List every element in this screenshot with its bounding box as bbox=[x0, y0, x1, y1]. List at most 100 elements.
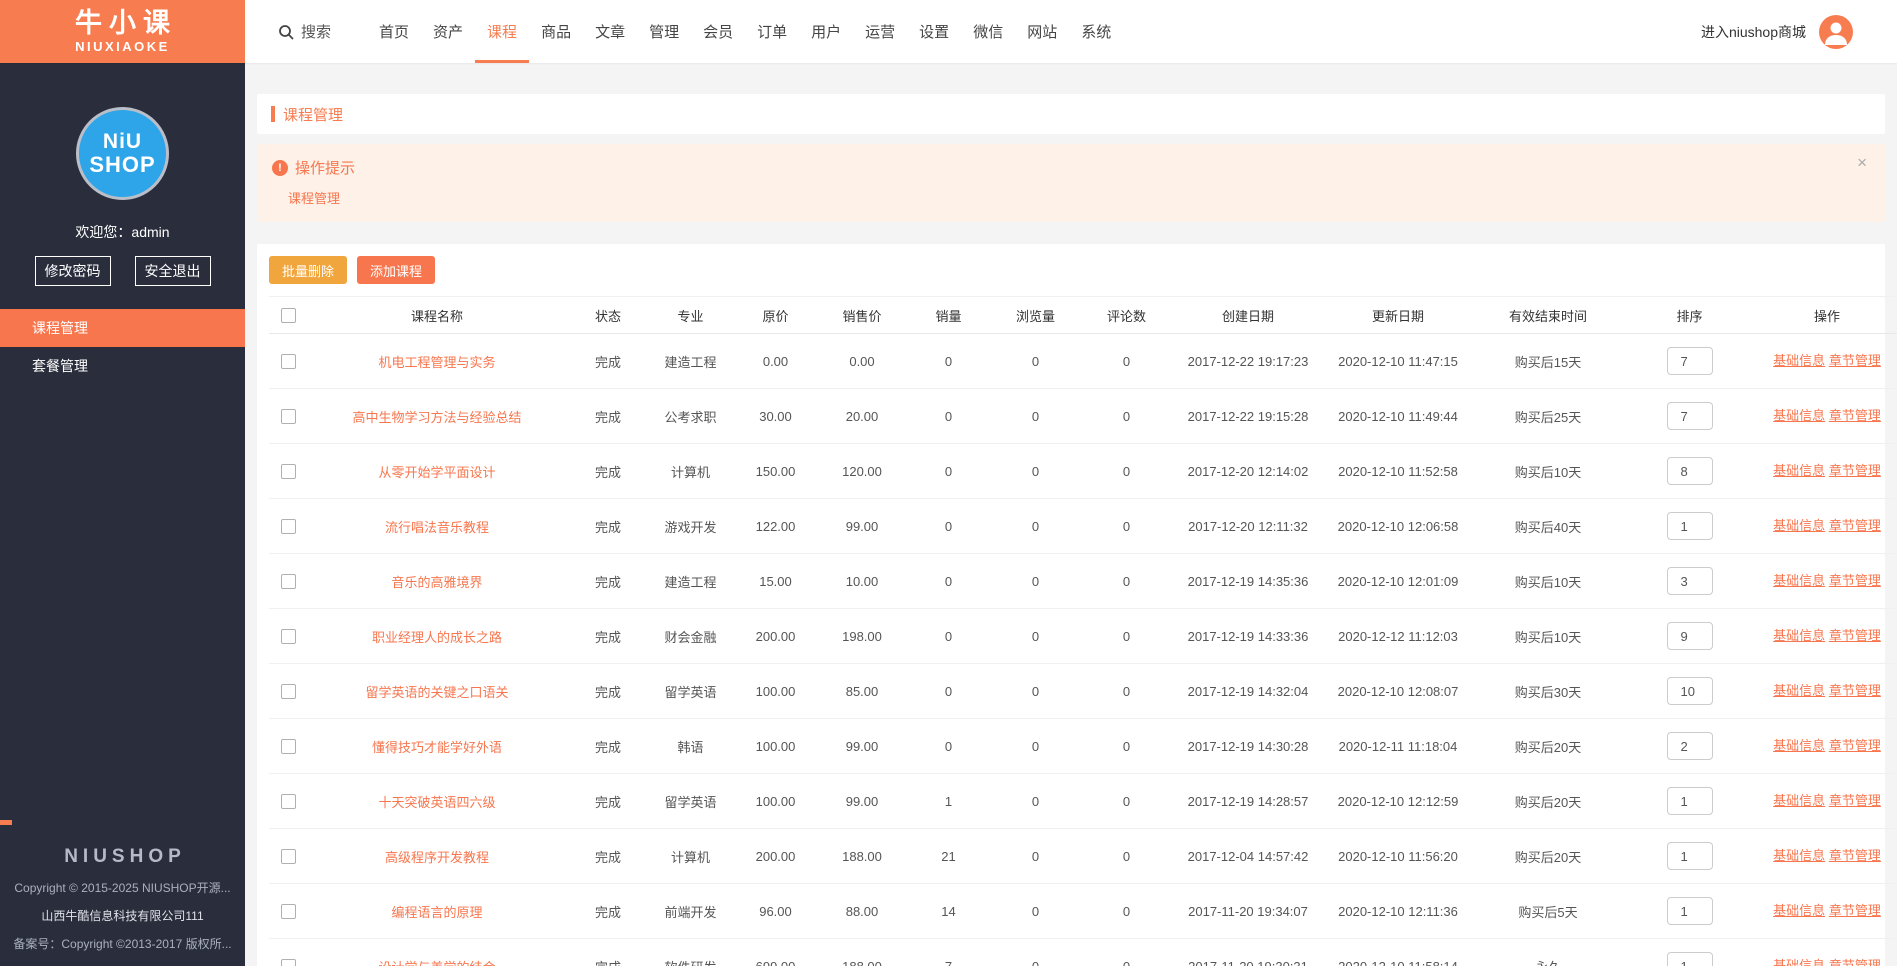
nav-item-文章[interactable]: 文章 bbox=[583, 0, 637, 63]
nav-item-首页[interactable]: 首页 bbox=[367, 0, 421, 63]
user-avatar[interactable] bbox=[1819, 14, 1853, 49]
updated-cell: 2020-12-10 12:06:58 bbox=[1337, 518, 1459, 534]
basic-info-link[interactable]: 基础信息 bbox=[1773, 628, 1825, 643]
nav-item-网站[interactable]: 网站 bbox=[1015, 0, 1069, 63]
updated-cell: 2020-12-10 11:49:44 bbox=[1338, 408, 1458, 424]
sort-input[interactable] bbox=[1666, 402, 1713, 430]
course-name-link[interactable]: 设计学与美学的结合 bbox=[378, 960, 495, 966]
nav-item-会员[interactable]: 会员 bbox=[691, 0, 745, 63]
chapter-manage-link[interactable]: 章节管理 bbox=[1829, 628, 1881, 643]
chapter-manage-link[interactable]: 章节管理 bbox=[1829, 408, 1881, 423]
store-link[interactable]: 进入niushop商城 bbox=[1701, 22, 1806, 42]
logout-button[interactable]: 安全退出 bbox=[134, 256, 211, 286]
sidebar-item-课程管理[interactable]: 课程管理 bbox=[0, 309, 245, 347]
comments-cell: 0 bbox=[1122, 463, 1131, 479]
chapter-manage-link[interactable]: 章节管理 bbox=[1829, 518, 1881, 533]
sort-input[interactable] bbox=[1666, 787, 1713, 815]
basic-info-link[interactable]: 基础信息 bbox=[1773, 738, 1825, 753]
valid-until-cell: 购买后5天 bbox=[1518, 904, 1578, 920]
nav-item-订单[interactable]: 订单 bbox=[745, 0, 799, 63]
row-checkbox[interactable] bbox=[280, 354, 296, 370]
course-name-link[interactable]: 流行唱法音乐教程 bbox=[385, 520, 489, 535]
course-name-link[interactable]: 高级程序开发教程 bbox=[385, 850, 489, 865]
course-name-link[interactable]: 职业经理人的成长之路 bbox=[372, 630, 502, 645]
search-button[interactable]: 搜索 bbox=[278, 0, 331, 63]
row-checkbox[interactable] bbox=[280, 519, 296, 535]
basic-info-link[interactable]: 基础信息 bbox=[1773, 408, 1825, 423]
sidebar-item-套餐管理[interactable]: 套餐管理 bbox=[0, 347, 245, 385]
sales-cell: 0 bbox=[944, 628, 953, 644]
course-name-link[interactable]: 十天突破英语四六级 bbox=[378, 795, 495, 810]
course-name-link[interactable]: 机电工程管理与实务 bbox=[378, 355, 495, 370]
sort-input[interactable] bbox=[1666, 897, 1713, 925]
chapter-manage-link[interactable]: 章节管理 bbox=[1829, 573, 1881, 588]
created-cell: 2017-12-19 14:32:04 bbox=[1187, 683, 1309, 699]
row-checkbox[interactable] bbox=[280, 959, 296, 966]
course-name-link[interactable]: 音乐的高雅境界 bbox=[391, 575, 482, 590]
chapter-manage-link[interactable]: 章节管理 bbox=[1829, 793, 1881, 808]
row-checkbox[interactable] bbox=[280, 684, 296, 700]
row-checkbox[interactable] bbox=[280, 574, 296, 590]
row-checkbox[interactable] bbox=[280, 739, 296, 755]
chapter-manage-link[interactable]: 章节管理 bbox=[1829, 463, 1881, 478]
basic-info-link[interactable]: 基础信息 bbox=[1773, 683, 1825, 698]
nav-item-用户[interactable]: 用户 bbox=[799, 0, 853, 63]
chapter-manage-link[interactable]: 章节管理 bbox=[1829, 848, 1881, 863]
chapter-manage-link[interactable]: 章节管理 bbox=[1829, 738, 1881, 753]
change-password-button[interactable]: 修改密码 bbox=[34, 256, 111, 286]
row-checkbox[interactable] bbox=[280, 464, 296, 480]
basic-info-link[interactable]: 基础信息 bbox=[1773, 518, 1825, 533]
sort-input[interactable] bbox=[1666, 457, 1713, 485]
row-checkbox[interactable] bbox=[280, 849, 296, 865]
sort-input[interactable] bbox=[1666, 732, 1713, 760]
sort-input[interactable] bbox=[1666, 622, 1713, 650]
nav-item-设置[interactable]: 设置 bbox=[907, 0, 961, 63]
main-content: 课程管理 ! 操作提示 课程管理 × 批量删除 添加课程 课程名称 状态 专业 原价销… bbox=[245, 63, 1897, 966]
course-name-link[interactable]: 编程语言的原理 bbox=[391, 905, 482, 920]
basic-info-link[interactable]: 基础信息 bbox=[1773, 903, 1825, 918]
comments-cell: 0 bbox=[1122, 408, 1131, 424]
nav-item-微信[interactable]: 微信 bbox=[961, 0, 1015, 63]
sales-cell: 0 bbox=[944, 573, 953, 589]
alert-course-manage-link[interactable]: 课程管理 bbox=[288, 188, 340, 207]
sort-input[interactable] bbox=[1666, 347, 1713, 375]
chapter-manage-link[interactable]: 章节管理 bbox=[1829, 958, 1881, 966]
created-cell: 2017-11-20 19:30:31 bbox=[1188, 958, 1308, 966]
nav-item-运营[interactable]: 运营 bbox=[853, 0, 907, 63]
course-name-link[interactable]: 懂得技巧才能学好外语 bbox=[372, 740, 502, 755]
basic-info-link[interactable]: 基础信息 bbox=[1773, 573, 1825, 588]
sort-input[interactable] bbox=[1666, 677, 1713, 705]
row-checkbox[interactable] bbox=[280, 904, 296, 920]
row-checkbox[interactable] bbox=[280, 409, 296, 425]
basic-info-link[interactable]: 基础信息 bbox=[1773, 463, 1825, 478]
nav-item-商品[interactable]: 商品 bbox=[529, 0, 583, 63]
course-name-link[interactable]: 留学英语的关键之口语关 bbox=[365, 685, 508, 700]
price-cell: 100.00 bbox=[755, 738, 796, 754]
row-checkbox[interactable] bbox=[280, 794, 296, 810]
nav-item-资产[interactable]: 资产 bbox=[421, 0, 475, 63]
basic-info-link[interactable]: 基础信息 bbox=[1773, 793, 1825, 808]
sort-input[interactable] bbox=[1666, 952, 1713, 966]
add-course-button[interactable]: 添加课程 bbox=[357, 256, 436, 284]
select-all-checkbox[interactable] bbox=[280, 308, 296, 324]
basic-info-link[interactable]: 基础信息 bbox=[1773, 958, 1825, 966]
batch-delete-button[interactable]: 批量删除 bbox=[269, 256, 348, 284]
course-name-link[interactable]: 从零开始学平面设计 bbox=[378, 465, 495, 480]
basic-info-link[interactable]: 基础信息 bbox=[1773, 353, 1825, 368]
nav-item-管理[interactable]: 管理 bbox=[637, 0, 691, 63]
major-cell: 软件研发 bbox=[664, 960, 716, 966]
sort-input[interactable] bbox=[1666, 567, 1713, 595]
course-name-link[interactable]: 高中生物学习方法与经验总结 bbox=[352, 410, 521, 425]
chapter-manage-link[interactable]: 章节管理 bbox=[1829, 353, 1881, 368]
chapter-manage-link[interactable]: 章节管理 bbox=[1829, 903, 1881, 918]
table-row: 设计学与美学的结合 完成 软件研发 699.00 188.00 7 0 0 2017-11-20… bbox=[269, 938, 1897, 966]
nav-item-系统[interactable]: 系统 bbox=[1069, 0, 1123, 63]
sort-input[interactable] bbox=[1666, 842, 1713, 870]
basic-info-link[interactable]: 基础信息 bbox=[1773, 848, 1825, 863]
row-checkbox[interactable] bbox=[280, 629, 296, 645]
chapter-manage-link[interactable]: 章节管理 bbox=[1829, 683, 1881, 698]
sort-input[interactable] bbox=[1666, 512, 1713, 540]
status-cell: 完成 bbox=[594, 904, 621, 920]
nav-item-课程[interactable]: 课程 bbox=[475, 0, 530, 63]
alert-close-icon[interactable]: × bbox=[1857, 154, 1867, 171]
